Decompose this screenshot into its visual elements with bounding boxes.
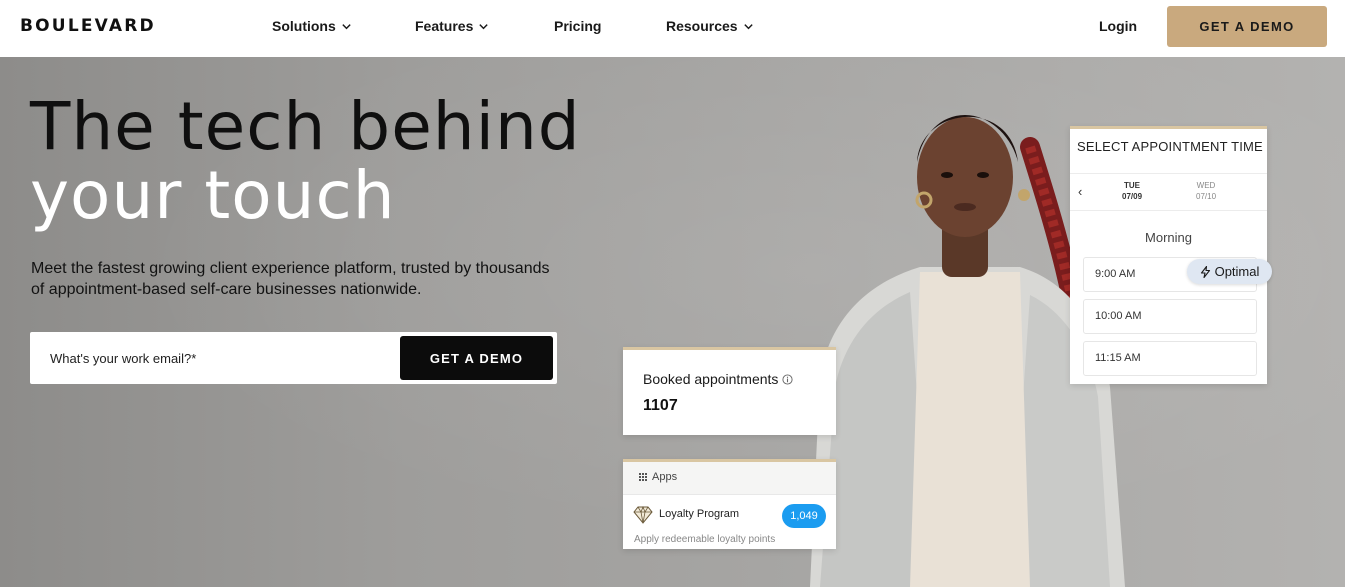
nav-pricing-label: Pricing [554,18,602,34]
day-option-wed[interactable]: WED 07/10 [1196,180,1216,202]
apps-card: Apps Loyalty Program 1,049 Apply redeema… [623,459,836,549]
time-slot[interactable]: 11:15 AM [1083,341,1257,376]
chevron-down-icon [479,23,489,29]
loyalty-program-description: Apply redeemable loyalty points [634,534,776,545]
appointment-card-title: SELECT APPOINTMENT TIME [1077,139,1263,154]
nav-resources-label: Resources [666,18,738,34]
lightning-icon [1200,265,1210,278]
nav-features-label: Features [415,18,474,34]
optimal-label: Optimal [1214,264,1260,279]
nav-pricing[interactable]: Pricing [554,18,601,34]
hero-headline-line1: The tech behind [30,88,581,165]
chevron-left-icon[interactable]: ‹ [1078,184,1082,199]
day-option-tue[interactable]: TUE 07/09 [1122,180,1142,202]
appointment-time-card: SELECT APPOINTMENT TIME ‹ TUE 07/09 WED … [1070,126,1267,384]
booked-appointments-label: Booked appointments [643,371,779,387]
time-slot[interactable]: 10:00 AM [1083,299,1257,334]
loyalty-program-item[interactable]: Loyalty Program 1,049 [633,504,826,528]
nav-solutions[interactable]: Solutions [272,18,352,34]
chevron-down-icon [743,23,753,29]
day-date: 07/09 [1122,192,1143,201]
apps-card-header: Apps [623,462,836,495]
booked-appointments-value: 1107 [643,397,678,414]
day-weekday: WED [1196,181,1216,190]
chevron-down-icon [342,23,351,29]
apps-title-row: Apps [639,471,677,483]
day-date: 07/10 [1196,192,1217,201]
nav-solutions-label: Solutions [272,18,336,34]
grid-icon [639,473,647,481]
nav-features[interactable]: Features [415,18,489,34]
booked-appointments-card: Booked appointments 1107 [623,347,836,435]
booked-appointments-label-row: Booked appointments [643,371,793,387]
day-selector: ‹ TUE 07/09 WED 07/10 [1070,173,1267,211]
loyalty-program-label: Loyalty Program [659,508,740,520]
day-weekday: TUE [1124,181,1141,190]
login-link[interactable]: Login [1099,18,1137,34]
optimal-badge: Optimal [1187,259,1272,284]
get-demo-nav-button[interactable]: GET A DEMO [1167,6,1327,47]
diamond-icon [633,506,653,524]
apps-title: Apps [652,471,678,483]
hero-headline-line2: your touch [30,157,396,234]
loyalty-count-badge: 1,049 [782,504,826,528]
brand-logo[interactable]: BOULEVARD [20,16,156,36]
hero-subheadline: Meet the fastest growing client experien… [31,260,550,298]
info-icon[interactable] [782,373,793,385]
nav-resources[interactable]: Resources [666,18,754,34]
period-label: Morning [1145,230,1192,245]
email-signup-form: GET A DEMO [30,332,557,384]
work-email-input[interactable] [30,332,400,384]
top-navigation: BOULEVARD Solutions Features Pricing Res… [0,0,1345,57]
get-demo-hero-button[interactable]: GET A DEMO [400,336,553,380]
